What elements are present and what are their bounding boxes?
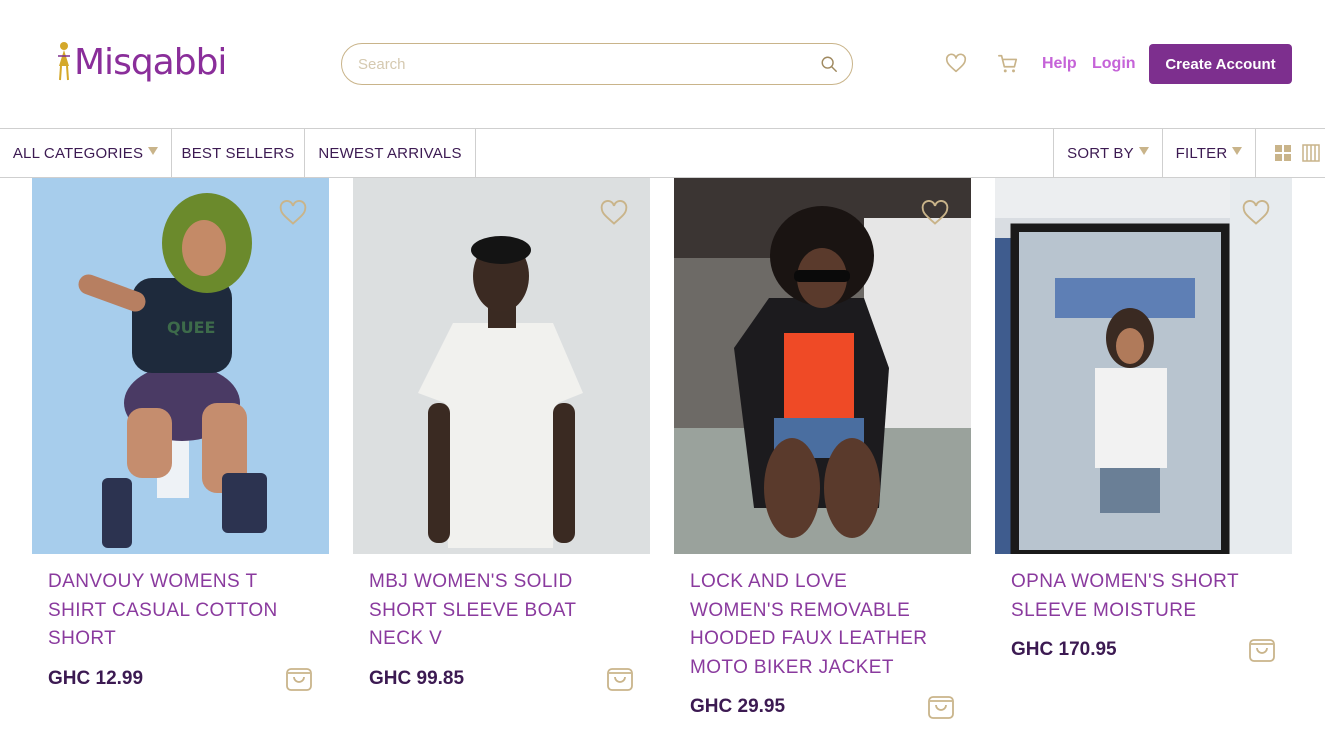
brand-logo[interactable]: Misqabbi [56, 36, 236, 88]
shopping-bag-icon[interactable] [927, 690, 955, 720]
product-photo: QUEE [32, 178, 329, 554]
shopping-bag-icon[interactable] [1248, 633, 1276, 663]
filter-dropdown[interactable]: FILTER [1163, 129, 1255, 177]
product-name[interactable]: LOCK AND LOVE WOMEN'S REMOVABLE HOODED F… [690, 568, 940, 682]
divider [1255, 129, 1256, 177]
divider [475, 129, 476, 177]
site-header: Misqabbi Help Login Create Account [0, 0, 1325, 128]
product-image[interactable] [995, 178, 1292, 554]
product-price: GHC 12.99 [48, 667, 144, 689]
search-icon[interactable] [820, 55, 838, 73]
product-price: GHC 99.85 [369, 667, 465, 689]
create-account-button[interactable]: Create Account [1149, 44, 1292, 84]
product-image[interactable] [353, 178, 650, 554]
product-photo [995, 178, 1292, 554]
sort-by-dropdown[interactable]: SORT BY [1054, 129, 1162, 177]
price-row: GHC 99.85 [369, 664, 650, 694]
best-sellers-label: BEST SELLERS [181, 144, 295, 162]
product-name[interactable]: OPNA WOMEN'S SHORT SLEEVE MOISTURE [1011, 568, 1261, 625]
login-link[interactable]: Login [1092, 55, 1136, 73]
svg-text:QUEE: QUEE [167, 318, 215, 337]
help-link[interactable]: Help [1042, 55, 1077, 73]
product-photo [353, 178, 650, 554]
chevron-down-icon [1232, 147, 1243, 155]
newest-arrivals-tab[interactable]: NEWEST ARRIVALS [305, 129, 475, 177]
product-card[interactable]: MBJ WOMEN'S SOLID SHORT SLEEVE BOAT NECK… [353, 178, 650, 694]
product-image[interactable] [674, 178, 971, 554]
sort-by-label: SORT BY [1067, 144, 1134, 162]
heart-icon[interactable] [279, 200, 307, 226]
column-view-icon[interactable] [1302, 144, 1320, 162]
heart-icon[interactable] [945, 53, 967, 75]
product-name[interactable]: MBJ WOMEN'S SOLID SHORT SLEEVE BOAT NECK… [369, 568, 619, 654]
chevron-down-icon [1138, 147, 1149, 155]
price-row: GHC 12.99 [48, 664, 329, 694]
heart-icon[interactable] [600, 200, 628, 226]
product-card[interactable]: OPNA WOMEN'S SHORT SLEEVE MOISTURE GHC 1… [995, 178, 1292, 665]
search-bar[interactable] [341, 43, 853, 85]
heart-icon[interactable] [1242, 200, 1270, 226]
all-categories-dropdown[interactable]: ALL CATEGORIES [0, 129, 171, 177]
shopping-bag-icon[interactable] [606, 662, 634, 692]
best-sellers-tab[interactable]: BEST SELLERS [172, 129, 304, 177]
heart-icon[interactable] [921, 200, 949, 226]
product-image[interactable]: QUEE [32, 178, 329, 554]
newest-arrivals-label: NEWEST ARRIVALS [318, 144, 462, 162]
brand-name: Misqabbi [74, 41, 227, 83]
product-price: GHC 29.95 [690, 696, 786, 717]
all-categories-label: ALL CATEGORIES [12, 144, 144, 162]
grid-view-icon[interactable] [1275, 145, 1291, 161]
filter-label: FILTER [1175, 144, 1228, 162]
product-card[interactable]: LOCK AND LOVE WOMEN'S REMOVABLE HOODED F… [674, 178, 971, 722]
price-row: GHC 29.95 [690, 692, 971, 722]
category-nav: ALL CATEGORIES BEST SELLERS NEWEST ARRIV… [0, 128, 1325, 178]
chevron-down-icon [148, 147, 159, 155]
product-name[interactable]: DANVOUY WOMENS T SHIRT CASUAL COTTON SHO… [48, 568, 298, 654]
cart-icon[interactable] [997, 53, 1019, 75]
price-row: GHC 170.95 [1011, 635, 1292, 665]
logo-figure-icon [58, 42, 70, 81]
shopping-bag-icon[interactable] [285, 662, 313, 692]
search-input[interactable] [358, 55, 820, 73]
product-price: GHC 170.95 [1011, 639, 1117, 660]
product-photo [674, 178, 971, 554]
product-card[interactable]: QUEE DANVOUY WOMENS T SHIRT CASUAL COTTO… [32, 178, 329, 694]
